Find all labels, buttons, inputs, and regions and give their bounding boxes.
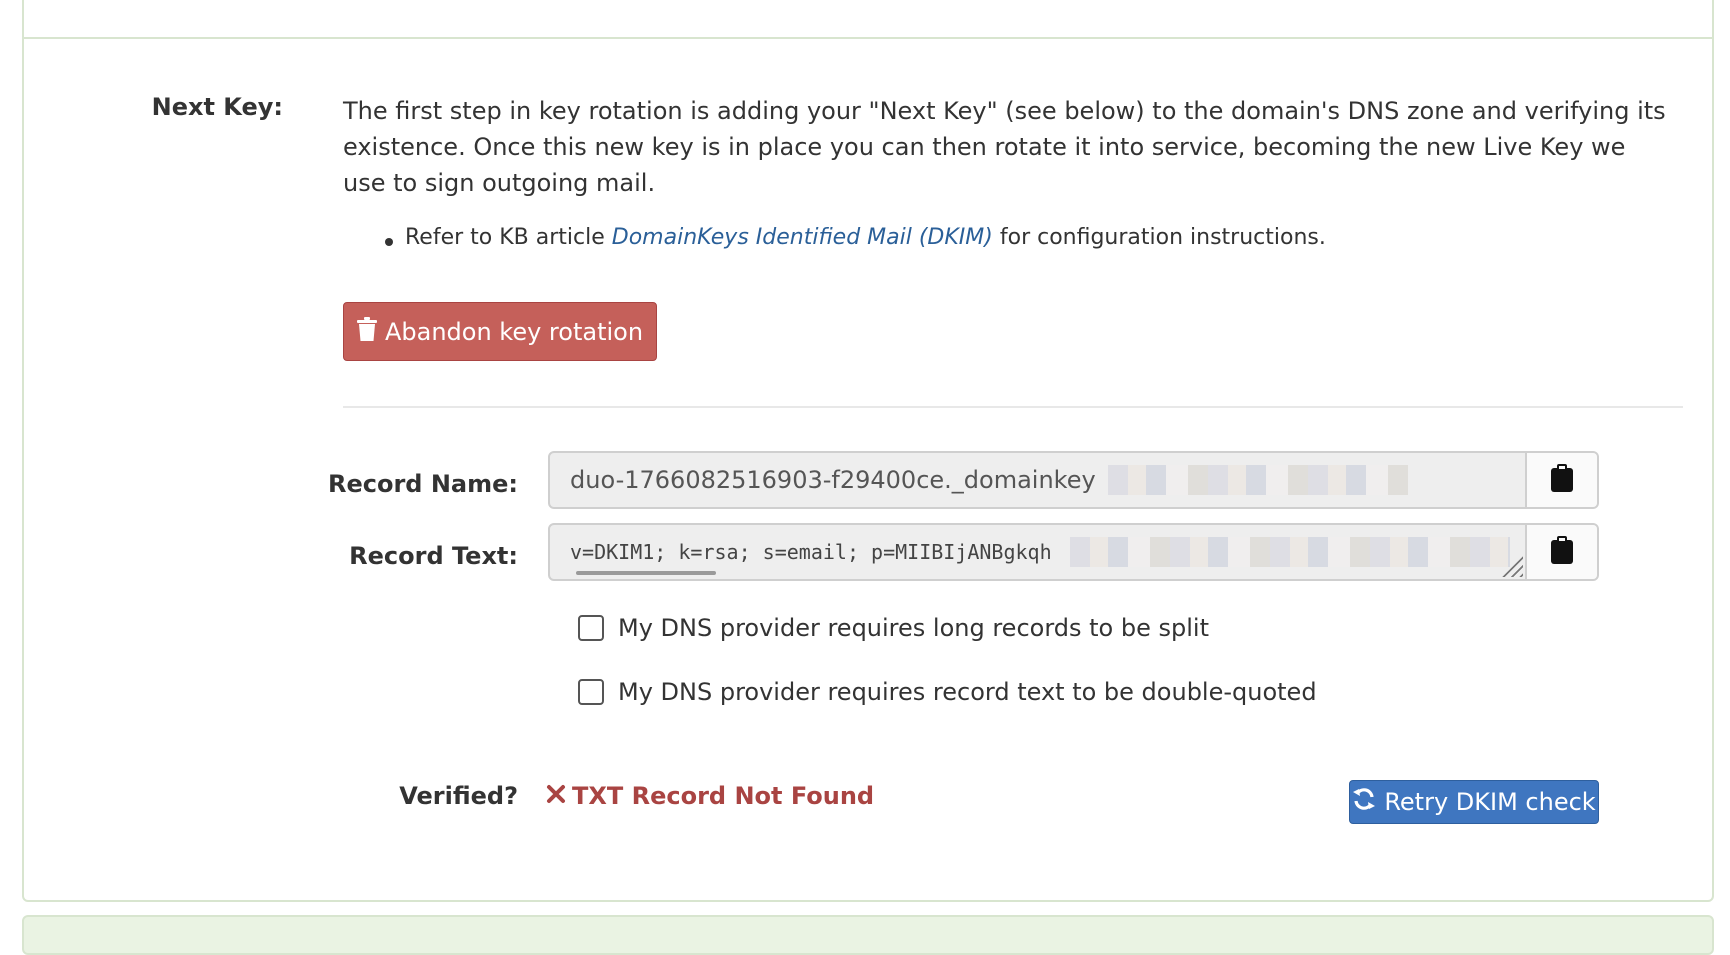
split-records-option[interactable]: My DNS provider requires long records to… [578,614,1209,642]
verification-status: TXT Record Not Found [546,782,874,810]
dkim-kb-link[interactable]: DomainKeys Identified Mail (DKIM) [612,225,993,250]
record-name-text: duo-1766082516903-f29400ce._domainkey [570,466,1096,494]
clipboard-icon [1551,464,1573,496]
verification-status-text: TXT Record Not Found [572,782,875,810]
split-records-label[interactable]: My DNS provider requires long records to… [618,614,1209,642]
record-name-label: Record Name: [327,470,518,498]
redacted-text [1069,537,1510,567]
double-quote-option[interactable]: My DNS provider requires record text to … [578,678,1317,706]
verified-label: Verified? [399,782,518,810]
kb-article-bullet: Refer to KB article DomainKeys Identifie… [385,225,1326,250]
horizontal-scrollbar[interactable] [576,571,716,575]
record-text-label: Record Text: [349,542,518,570]
panel-divider [24,37,1712,39]
bullet-prefix: Refer to KB article [405,225,605,250]
next-key-label: Next Key: [151,93,283,121]
double-quote-label[interactable]: My DNS provider requires record text to … [618,678,1317,706]
record-text-text: v=DKIM1; k=rsa; s=email; p=MIIBIjANBgkqh [570,540,1052,564]
record-text-field[interactable]: v=DKIM1; k=rsa; s=email; p=MIIBIjANBgkqh [548,523,1599,581]
times-icon [546,782,566,810]
next-key-description: The first step in key rotation is adding… [343,97,1666,197]
retry-button-label: Retry DKIM check [1384,788,1596,816]
redacted-text [1107,465,1408,495]
abandon-button-label: Abandon key rotation [384,317,644,346]
bullet-suffix: for configuration instructions. [999,225,1326,250]
section-separator [343,406,1683,408]
record-name-field[interactable]: duo-1766082516903-f29400ce._domainkey [548,451,1599,509]
refresh-icon [1352,787,1376,817]
abandon-key-rotation-button[interactable]: Abandon key rotation [343,302,657,361]
double-quote-checkbox[interactable] [578,679,604,705]
record-name-value[interactable]: duo-1766082516903-f29400ce._domainkey [550,453,1525,507]
clipboard-icon [1551,536,1573,568]
next-panel [22,915,1714,955]
split-records-checkbox[interactable] [578,615,604,641]
copy-record-name-button[interactable] [1525,453,1597,507]
trash-icon [356,316,377,347]
bullet-dot [385,238,393,246]
record-text-value[interactable]: v=DKIM1; k=rsa; s=email; p=MIIBIjANBgkqh [550,525,1525,579]
copy-record-text-button[interactable] [1525,525,1597,579]
retry-dkim-check-button[interactable]: Retry DKIM check [1349,780,1599,824]
